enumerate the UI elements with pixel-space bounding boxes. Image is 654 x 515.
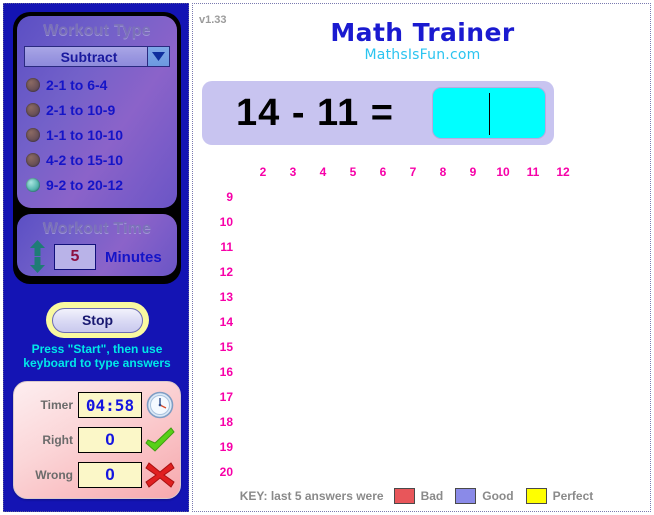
chevron-down-icon[interactable] bbox=[147, 47, 169, 66]
workout-type-title: Workout Type bbox=[43, 22, 151, 39]
radio-icon[interactable] bbox=[26, 78, 40, 92]
difficulty-option-1[interactable]: 2-1 to 10-9 bbox=[26, 98, 177, 122]
clock-icon bbox=[144, 390, 176, 420]
keyboard-hint-line2: keyboard to type answers bbox=[23, 356, 171, 370]
legend-swatch-bad bbox=[393, 488, 415, 504]
workout-time-title: Workout Time bbox=[42, 220, 152, 237]
grid-column-header: 3 bbox=[289, 165, 297, 179]
difficulty-option-2[interactable]: 1-1 to 10-10 bbox=[26, 123, 177, 147]
difficulty-option-label: 2-1 to 10-9 bbox=[46, 102, 116, 118]
grid-column-header: 7 bbox=[409, 165, 417, 179]
wrong-row: Wrong 0 bbox=[14, 459, 180, 491]
grid-column-headers: 2 3 4 5 6 7 8 9 10 11 12 bbox=[203, 162, 643, 182]
grid-column-header: 8 bbox=[439, 165, 447, 179]
check-icon bbox=[144, 425, 176, 455]
workout-time-unit: Minutes bbox=[105, 248, 162, 266]
timer-row: Timer 04:58 bbox=[14, 389, 180, 421]
right-row: Right 0 bbox=[14, 424, 180, 456]
grid-row-header: 13 bbox=[219, 290, 233, 304]
stop-button-halo: Stop bbox=[46, 302, 149, 338]
keyboard-hint: Press "Start", then use keyboard to type… bbox=[10, 342, 184, 370]
grid-column-header: 4 bbox=[319, 165, 327, 179]
operation-select[interactable]: Subtract bbox=[24, 46, 170, 67]
grid-row-header: 16 bbox=[219, 365, 233, 379]
answer-input[interactable] bbox=[432, 87, 546, 139]
right-label: Right bbox=[42, 433, 73, 447]
question-bar: 14 - 11 = bbox=[202, 81, 554, 145]
arrow-up-icon bbox=[29, 240, 45, 256]
radio-icon[interactable] bbox=[26, 153, 40, 167]
grid-column-header: 12 bbox=[556, 165, 570, 179]
main-content: v1.33 Math Trainer MathsIsFun.com 14 - 1… bbox=[192, 3, 651, 512]
legend-swatch-perfect bbox=[525, 488, 547, 504]
grid-row-header: 15 bbox=[219, 340, 233, 354]
grid-row-header: 18 bbox=[219, 415, 233, 429]
site-subtitle: MathsIsFun.com bbox=[364, 47, 481, 63]
legend-text-good: Good bbox=[482, 489, 514, 503]
grid-row-header: 10 bbox=[219, 215, 233, 229]
score-panel: Timer 04:58 Right 0 Wrong 0 bbox=[13, 381, 181, 499]
legend: KEY: last 5 answers were Bad Good Perfec… bbox=[193, 488, 650, 504]
grid-row-header: 14 bbox=[219, 315, 233, 329]
legend-item-perfect: Perfect bbox=[525, 488, 594, 504]
difficulty-option-0[interactable]: 2-1 to 6-4 bbox=[26, 73, 177, 97]
grid-row-header: 9 bbox=[226, 190, 233, 204]
grid-row-header: 19 bbox=[219, 440, 233, 454]
radio-icon[interactable] bbox=[26, 128, 40, 142]
wrong-label: Wrong bbox=[35, 468, 73, 482]
legend-item-good: Good bbox=[455, 488, 514, 504]
workout-type-panel: Workout Type Subtract 2-1 to 6-4 2-1 to … bbox=[17, 16, 177, 208]
text-caret bbox=[489, 93, 490, 135]
timer-label: Timer bbox=[40, 398, 73, 412]
workout-time-value[interactable]: 5 bbox=[54, 244, 96, 270]
grid-row-header: 12 bbox=[219, 265, 233, 279]
arrow-down-icon bbox=[29, 257, 45, 273]
question-expression: 14 - 11 = bbox=[236, 91, 394, 134]
cross-icon bbox=[144, 460, 176, 490]
legend-label: KEY: last 5 answers were bbox=[239, 489, 384, 503]
right-value: 0 bbox=[78, 427, 142, 453]
timer-value: 04:58 bbox=[78, 392, 142, 418]
wrong-value: 0 bbox=[78, 462, 142, 488]
difficulty-option-4[interactable]: 9-2 to 20-12 bbox=[26, 173, 177, 197]
difficulty-option-label: 9-2 to 20-12 bbox=[46, 177, 124, 193]
grid-column-header: 11 bbox=[526, 165, 540, 179]
legend-text-perfect: Perfect bbox=[552, 489, 594, 503]
time-spinner[interactable] bbox=[27, 240, 47, 274]
sidebar: Workout Type Subtract 2-1 to 6-4 2-1 to … bbox=[3, 3, 189, 512]
grid-row-header: 17 bbox=[219, 390, 233, 404]
math-trainer-app: Workout Type Subtract 2-1 to 6-4 2-1 to … bbox=[0, 0, 654, 515]
difficulty-option-label: 2-1 to 6-4 bbox=[46, 77, 108, 93]
radio-icon[interactable] bbox=[26, 103, 40, 117]
workout-settings-panel: Workout Type Subtract 2-1 to 6-4 2-1 to … bbox=[13, 12, 181, 284]
grid-column-header: 10 bbox=[496, 165, 510, 179]
radio-icon-selected[interactable] bbox=[26, 178, 40, 192]
stop-button[interactable]: Stop bbox=[52, 307, 143, 333]
grid-column-header: 9 bbox=[469, 165, 477, 179]
difficulty-option-label: 1-1 to 10-10 bbox=[46, 127, 124, 143]
legend-swatch-good bbox=[455, 488, 477, 504]
grid-column-header: 5 bbox=[349, 165, 357, 179]
workout-time-panel: Workout Time 5 Minutes bbox=[17, 214, 177, 276]
workout-time-row: 5 Minutes bbox=[17, 240, 177, 274]
grid-row-header: 20 bbox=[219, 465, 233, 479]
operation-select-value: Subtract bbox=[60, 48, 118, 65]
grid-column-header: 2 bbox=[259, 165, 267, 179]
legend-item-bad: Bad bbox=[393, 488, 444, 504]
page-title: Math Trainer bbox=[330, 18, 515, 47]
keyboard-hint-line1: Press "Start", then use bbox=[31, 342, 163, 356]
difficulty-option-3[interactable]: 4-2 to 15-10 bbox=[26, 148, 177, 172]
difficulty-radio-list: 2-1 to 6-4 2-1 to 10-9 1-1 to 10-10 4-2 … bbox=[17, 73, 177, 197]
legend-text-bad: Bad bbox=[420, 489, 444, 503]
results-grid: 2 3 4 5 6 7 8 9 10 11 12 9 10 11 12 13 14 15 16 17 18 19 20 bbox=[203, 162, 643, 482]
grid-row-header: 11 bbox=[220, 240, 233, 254]
difficulty-option-label: 4-2 to 15-10 bbox=[46, 152, 124, 168]
grid-column-header: 6 bbox=[379, 165, 387, 179]
